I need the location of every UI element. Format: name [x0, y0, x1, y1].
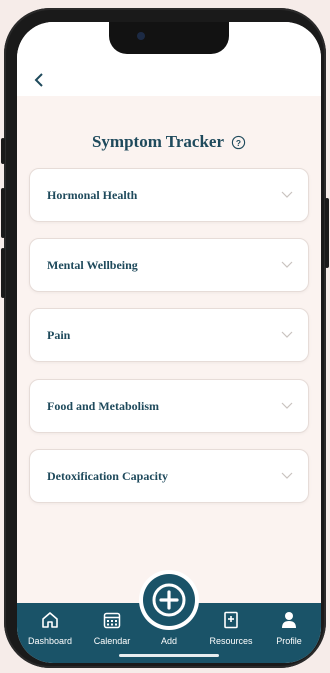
category-label: Mental Wellbeing	[47, 257, 138, 272]
chevron-down-icon	[280, 260, 294, 270]
nav-label: Calendar	[93, 636, 131, 646]
nav-label: Add	[160, 636, 177, 646]
power-button	[325, 198, 329, 268]
svg-text:?: ?	[235, 137, 240, 147]
category-card-mental-wellbeing[interactable]: Mental Wellbeing	[29, 238, 309, 292]
nav-item-calendar[interactable]: Calendar	[84, 609, 140, 646]
home-icon	[39, 609, 61, 631]
category-label: Food and Metabolism	[47, 398, 160, 413]
chevron-left-icon	[34, 73, 43, 87]
nav-item-add[interactable]: Add	[141, 631, 197, 646]
nav-label: Resources	[209, 636, 253, 646]
add-button[interactable]	[139, 570, 199, 630]
volume-up-button	[1, 188, 5, 238]
back-button[interactable]	[27, 68, 51, 92]
nav-label: Dashboard	[27, 636, 73, 646]
book-icon	[220, 609, 242, 631]
nav-label: Profile	[276, 636, 302, 646]
phone-frame: Symptom Tracker ? Hormonal Health Mental…	[1, 8, 329, 668]
page-title: Symptom Tracker	[91, 132, 225, 151]
plus-icon	[152, 583, 186, 617]
category-card-food-and-metabolism[interactable]: Food and Metabolism	[29, 379, 309, 433]
add-button-inner	[143, 574, 195, 626]
category-card-pain[interactable]: Pain	[29, 308, 309, 362]
chevron-down-icon	[280, 330, 294, 340]
chevron-down-icon	[280, 190, 294, 200]
help-icon[interactable]: ?	[230, 134, 246, 150]
nav-item-resources[interactable]: Resources	[203, 609, 259, 646]
status-bar	[17, 22, 321, 96]
notch	[109, 22, 229, 54]
bottom-nav: Dashboard Calendar Add Resources Profile	[17, 570, 321, 663]
camera-icon	[137, 32, 145, 40]
category-label: Pain	[47, 327, 71, 342]
calendar-icon	[101, 609, 123, 631]
category-label: Detoxification Capacity	[47, 468, 168, 483]
app-screen: Symptom Tracker ? Hormonal Health Mental…	[17, 22, 321, 663]
person-icon	[278, 609, 300, 631]
category-label: Hormonal Health	[47, 187, 138, 202]
chevron-down-icon	[280, 471, 294, 481]
volume-down-button	[1, 248, 5, 298]
page-header: Symptom Tracker ?	[17, 132, 321, 152]
chevron-down-icon	[280, 401, 294, 411]
nav-item-profile[interactable]: Profile	[261, 609, 317, 646]
category-card-hormonal-health[interactable]: Hormonal Health	[29, 168, 309, 222]
nav-item-dashboard[interactable]: Dashboard	[22, 609, 78, 646]
mute-switch	[1, 138, 5, 164]
home-indicator	[119, 654, 219, 657]
category-card-detoxification-capacity[interactable]: Detoxification Capacity	[29, 449, 309, 503]
